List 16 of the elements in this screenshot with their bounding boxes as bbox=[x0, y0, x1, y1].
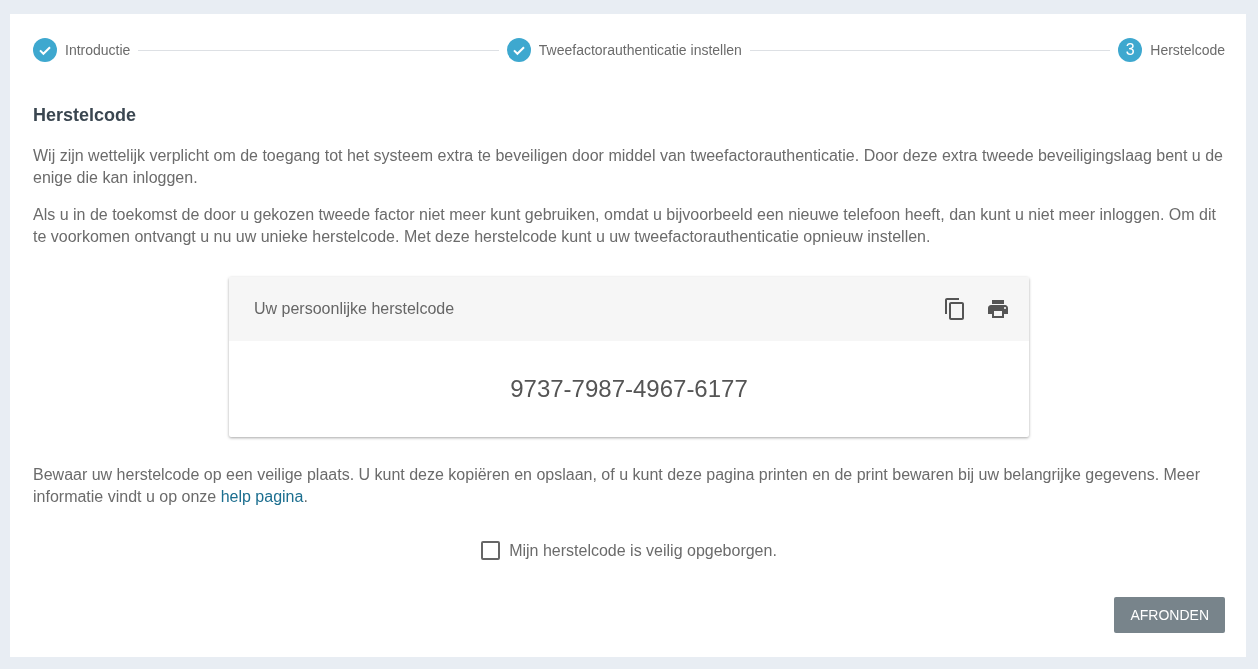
paragraph: Wij zijn wettelijk verplicht om de toegang tot het systeem extra te beveiligen door middel van tweefactorauthenticatie. Door deze extra tweede beveiligingslaag bent u de enige die kan inloggen. bbox=[33, 146, 1224, 188]
paragraph: Bewaar uw herstelcode op een veilige plaats. U kunt deze kopiëren en opslaan, of u kunt deze pagina printen en de print bewaren bij uw belangrijke gegevens. Meer informatie vindt u op onze help pagina. bbox=[33, 465, 1201, 507]
recovery-code: 9737-7987-4967-6177 bbox=[510, 375, 748, 403]
step-label: Tweefactorauthenticatie instellen bbox=[538, 42, 742, 58]
step-label: Introductie bbox=[65, 42, 131, 58]
card-title: Uw persoonlijke herstelcode bbox=[254, 300, 455, 318]
help-link[interactable]: help pagina bbox=[220, 488, 304, 505]
step-number: 3 bbox=[1118, 38, 1143, 62]
finish-button[interactable]: AFRONDEN bbox=[1114, 597, 1225, 633]
copy-icon[interactable] bbox=[945, 298, 964, 320]
checkbox[interactable] bbox=[481, 541, 501, 560]
step-label: Herstelcode bbox=[1150, 42, 1225, 58]
checkbox-label[interactable]: Mijn herstelcode is veilig opgeborgen. bbox=[509, 541, 777, 560]
print-icon[interactable] bbox=[988, 300, 1008, 318]
section-heading: Herstelcode bbox=[33, 104, 138, 127]
paragraph: Als u in de toekomst de door u gekozen tweede factor niet meer kunt gebruiken, omdat u bijvoorbeeld een nieuwe telefoon heeft, dan kunt u niet meer inloggen. Om dit te voorkomen ontvangt u nu uw unieke herstelcode. Met deze herstelcode kunt u uw tweefactorauthenticatie opnieuw instellen. bbox=[33, 205, 1217, 247]
